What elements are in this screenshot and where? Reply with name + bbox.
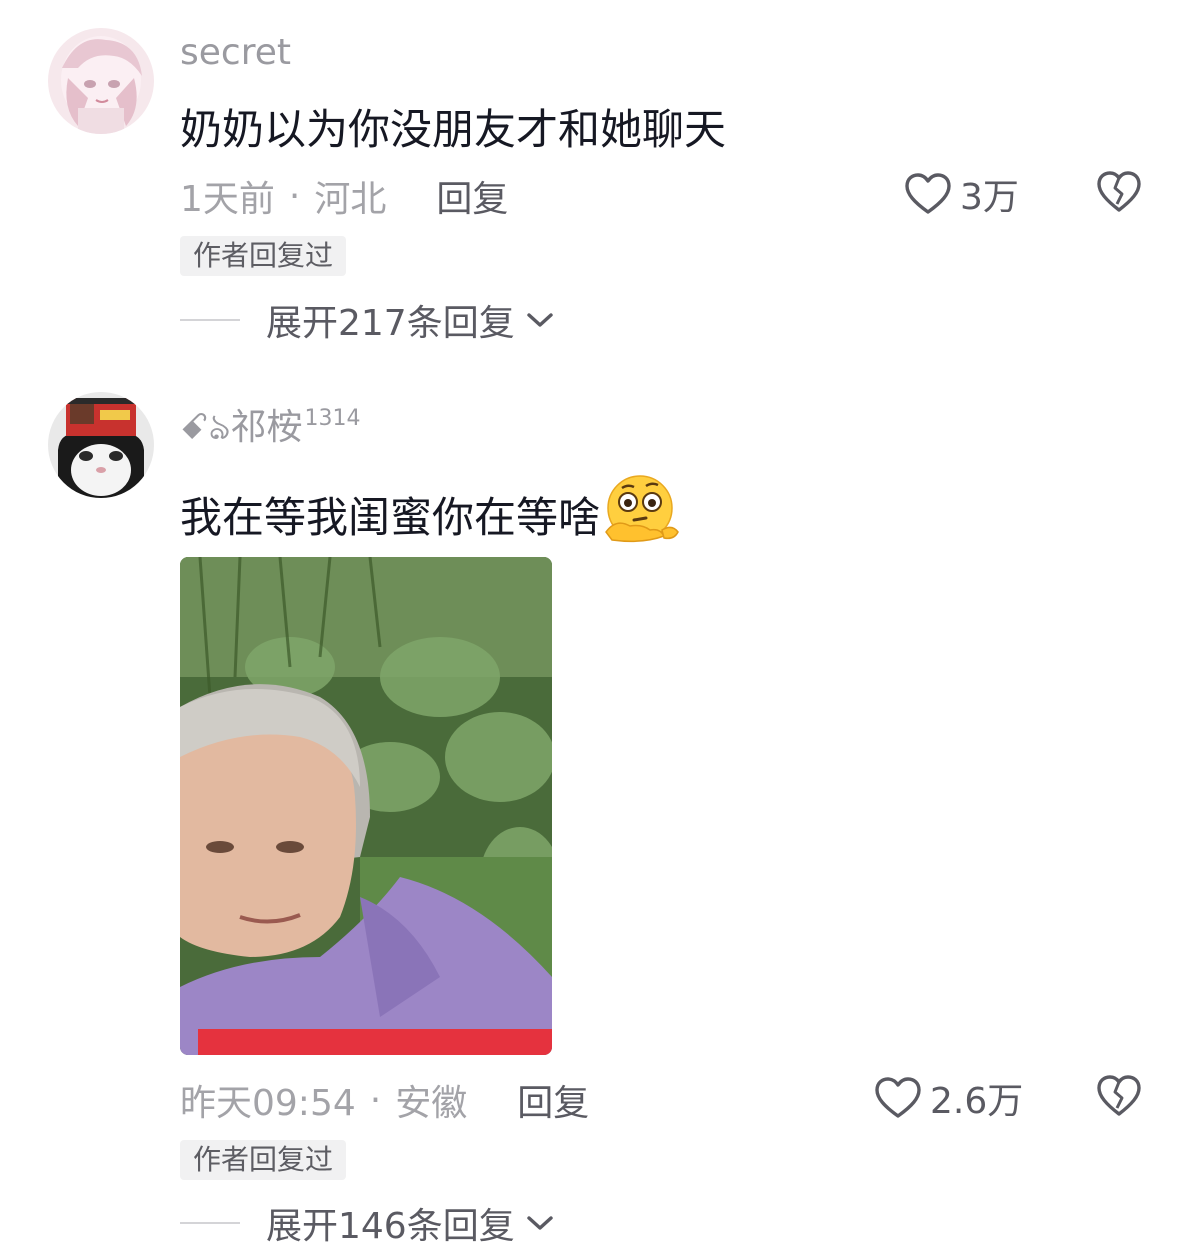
chevron-down-icon xyxy=(527,313,553,327)
anime-girl-avatar-icon xyxy=(48,28,154,134)
comment-time: 昨天09:54 xyxy=(180,1083,356,1124)
cat-with-noodle-pack-avatar-icon xyxy=(48,392,154,498)
comment-image[interactable] xyxy=(180,557,552,1055)
comment-location: 河北 xyxy=(314,179,387,220)
expand-replies-button[interactable]: 展开217条回复 xyxy=(180,294,555,346)
avatar[interactable] xyxy=(48,392,154,498)
separator-dot: · xyxy=(369,1079,382,1121)
reply-button[interactable]: 回复 xyxy=(517,1074,589,1126)
comment-text: 奶奶以为你没朋友才和她聊天 xyxy=(180,105,727,154)
comment-meta: 昨天09:54 · 安徽 回复 xyxy=(180,1074,589,1126)
expand-replies-label: 展开146条回复 xyxy=(266,1206,515,1247)
author-replied-tag: 作者回复过 xyxy=(180,236,347,276)
broken-heart-icon xyxy=(1097,1075,1141,1116)
elderly-woman-photo-icon xyxy=(180,557,552,1055)
reply-button[interactable]: 回复 xyxy=(436,170,508,222)
separator-dot: · xyxy=(288,175,301,217)
username-suffix: 1314 xyxy=(304,406,361,431)
heart-icon xyxy=(905,173,951,214)
like-button[interactable]: 3万 xyxy=(904,168,1019,220)
comment-text: 我在等我闺蜜你在等啥 xyxy=(180,474,684,554)
expand-replies-button[interactable]: 展开146条回复 xyxy=(180,1197,555,1249)
thinking-flushed-emoji-icon xyxy=(602,474,684,554)
comment-location: 安徽 xyxy=(395,1083,468,1124)
comment-text-body: 我在等我闺蜜你在等啥 xyxy=(180,492,601,542)
expand-replies-label: 展开217条回复 xyxy=(266,303,515,344)
comment-meta: 1天前 · 河北 回复 xyxy=(180,170,508,222)
chevron-down-icon xyxy=(527,1216,553,1230)
divider-line xyxy=(180,319,240,321)
username-text: ꗃঌ祁桉 xyxy=(180,407,303,448)
comment-time: 1天前 xyxy=(180,179,275,220)
heart-icon xyxy=(875,1077,921,1118)
divider-line xyxy=(180,1222,240,1224)
avatar[interactable] xyxy=(48,28,154,134)
like-count: 2.6万 xyxy=(930,1081,1024,1122)
dislike-button[interactable] xyxy=(1096,1074,1142,1122)
dislike-button[interactable] xyxy=(1096,170,1142,218)
author-replied-tag: 作者回复过 xyxy=(180,1140,347,1180)
broken-heart-icon xyxy=(1097,171,1141,212)
like-button[interactable]: 2.6万 xyxy=(874,1072,1023,1124)
like-count: 3万 xyxy=(960,177,1019,218)
username[interactable]: secret xyxy=(180,32,291,73)
username[interactable]: ꗃঌ祁桉1314 xyxy=(180,398,360,460)
